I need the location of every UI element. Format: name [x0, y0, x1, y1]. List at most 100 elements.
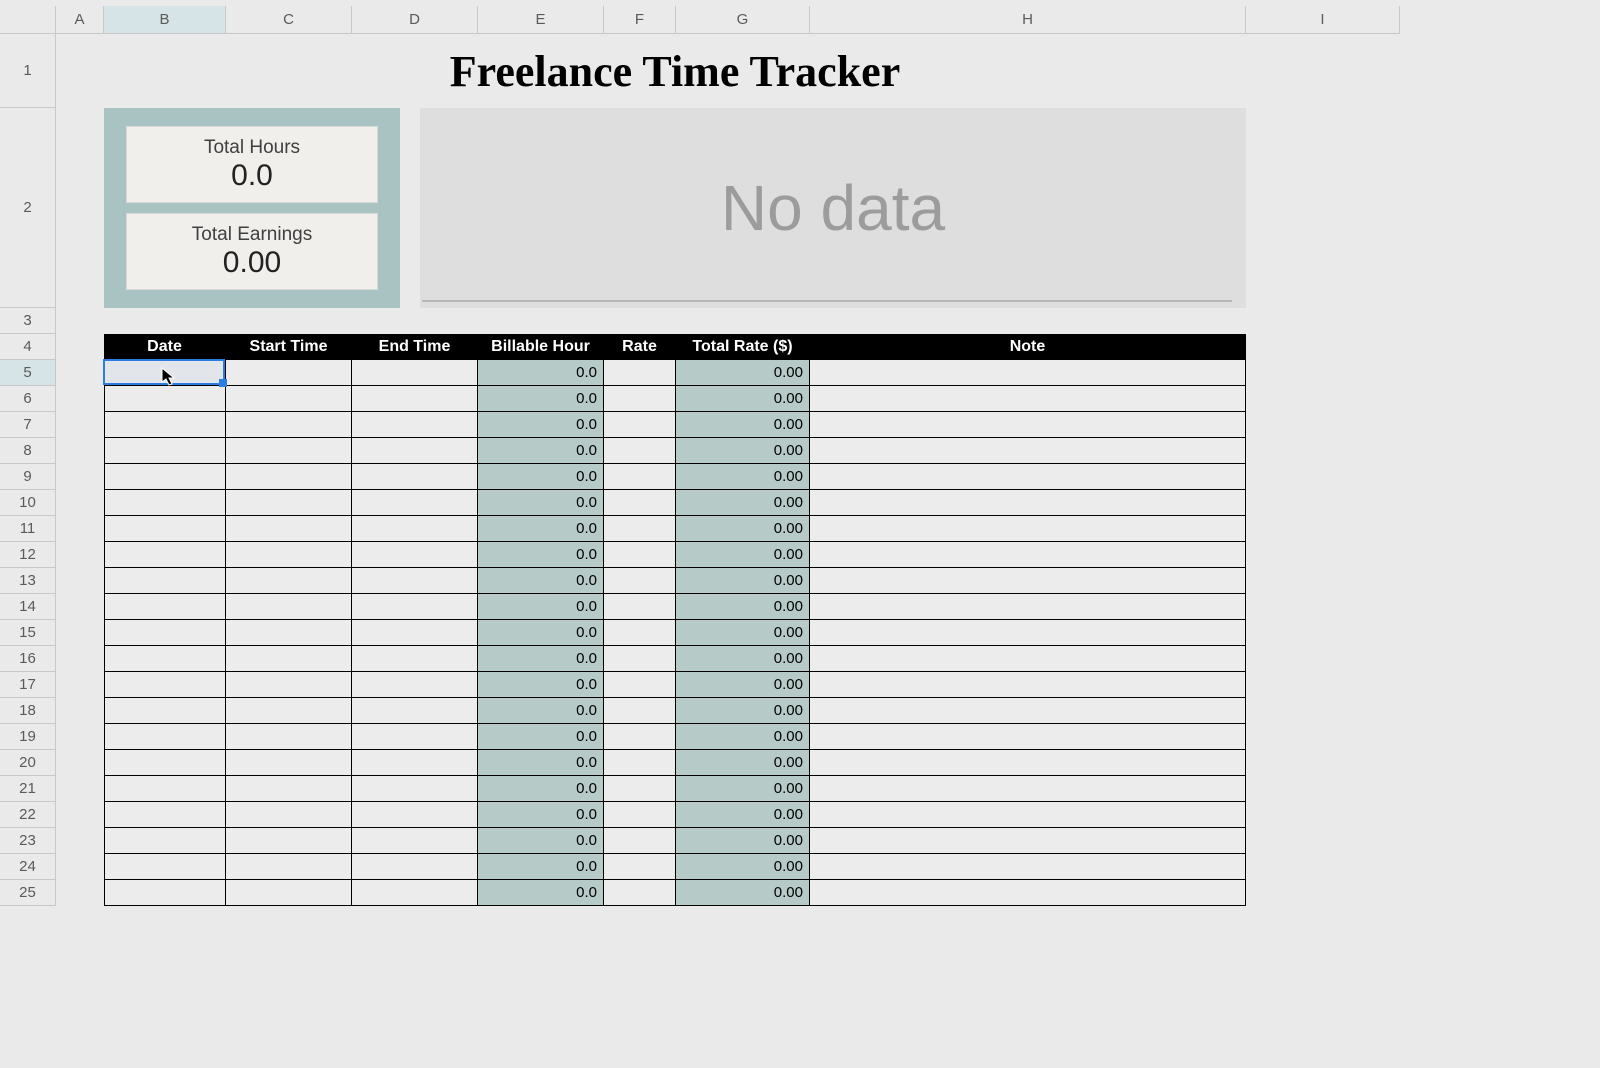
cell-billable[interactable]: 0.0 — [478, 828, 604, 854]
cell-billable[interactable]: 0.0 — [478, 464, 604, 490]
cell-billable[interactable]: 0.0 — [478, 438, 604, 464]
cell-end[interactable] — [352, 516, 478, 542]
cell-end[interactable] — [352, 594, 478, 620]
cell-billable[interactable]: 0.0 — [478, 594, 604, 620]
cell-start[interactable] — [226, 542, 352, 568]
cell-start[interactable] — [226, 854, 352, 880]
cell-date[interactable] — [104, 776, 226, 802]
cell-note[interactable] — [810, 542, 1246, 568]
col-header-I[interactable]: I — [1246, 6, 1400, 34]
cell-rate[interactable] — [604, 802, 676, 828]
cell-note[interactable] — [810, 750, 1246, 776]
cell-billable[interactable]: 0.0 — [478, 542, 604, 568]
cell-note[interactable] — [810, 438, 1246, 464]
cell-end[interactable] — [352, 698, 478, 724]
th-billable-hour[interactable]: Billable Hour — [478, 334, 604, 360]
cell-rate[interactable] — [604, 672, 676, 698]
cell-rate[interactable] — [604, 698, 676, 724]
row-header-6[interactable]: 6 — [0, 386, 56, 412]
cell-rate[interactable] — [604, 386, 676, 412]
cell-total[interactable]: 0.00 — [676, 360, 810, 386]
cell-date[interactable] — [104, 412, 226, 438]
cell-end[interactable] — [352, 854, 478, 880]
cell-end[interactable] — [352, 750, 478, 776]
cell-end[interactable] — [352, 646, 478, 672]
cell-note[interactable] — [810, 620, 1246, 646]
row-header-25[interactable]: 25 — [0, 880, 56, 906]
row-header-24[interactable]: 24 — [0, 854, 56, 880]
cell-start[interactable] — [226, 698, 352, 724]
cell-start[interactable] — [226, 750, 352, 776]
col-header-E[interactable]: E — [478, 6, 604, 34]
cell-start[interactable] — [226, 620, 352, 646]
cell-rate[interactable] — [604, 464, 676, 490]
cell-billable[interactable]: 0.0 — [478, 386, 604, 412]
cell-start[interactable] — [226, 386, 352, 412]
cell-total[interactable]: 0.00 — [676, 750, 810, 776]
cell-total[interactable]: 0.00 — [676, 698, 810, 724]
row-header-7[interactable]: 7 — [0, 412, 56, 438]
th-date[interactable]: Date — [104, 334, 226, 360]
cell-total[interactable]: 0.00 — [676, 490, 810, 516]
cell-total[interactable]: 0.00 — [676, 724, 810, 750]
row-header-5[interactable]: 5 — [0, 360, 56, 386]
cell-note[interactable] — [810, 854, 1246, 880]
cell-start[interactable] — [226, 568, 352, 594]
cell-date[interactable] — [104, 646, 226, 672]
cell-rate[interactable] — [604, 412, 676, 438]
row-header-22[interactable]: 22 — [0, 802, 56, 828]
cell-start[interactable] — [226, 880, 352, 906]
cell-date[interactable] — [104, 516, 226, 542]
cell-billable[interactable]: 0.0 — [478, 490, 604, 516]
cell-rate[interactable] — [604, 620, 676, 646]
cell-billable[interactable]: 0.0 — [478, 412, 604, 438]
col-header-F[interactable]: F — [604, 6, 676, 34]
cell-note[interactable] — [810, 360, 1246, 386]
cell-billable[interactable]: 0.0 — [478, 724, 604, 750]
cell-start[interactable] — [226, 672, 352, 698]
cell-rate[interactable] — [604, 568, 676, 594]
cell-start[interactable] — [226, 646, 352, 672]
cell-total[interactable]: 0.00 — [676, 646, 810, 672]
cell-note[interactable] — [810, 516, 1246, 542]
cell-date[interactable] — [104, 750, 226, 776]
cell-note[interactable] — [810, 594, 1246, 620]
cell-rate[interactable] — [604, 438, 676, 464]
cell-end[interactable] — [352, 880, 478, 906]
cell-note[interactable] — [810, 646, 1246, 672]
cell-billable[interactable]: 0.0 — [478, 880, 604, 906]
cell-rate[interactable] — [604, 594, 676, 620]
th-note[interactable]: Note — [810, 334, 1246, 360]
cell-date[interactable] — [104, 828, 226, 854]
cell-date[interactable] — [104, 724, 226, 750]
cell-start[interactable] — [226, 412, 352, 438]
cell-date[interactable] — [104, 464, 226, 490]
col-header-G[interactable]: G — [676, 6, 810, 34]
cell-date[interactable] — [104, 490, 226, 516]
cell-start[interactable] — [226, 464, 352, 490]
row-header-18[interactable]: 18 — [0, 698, 56, 724]
row-header-17[interactable]: 17 — [0, 672, 56, 698]
cell-start[interactable] — [226, 724, 352, 750]
cell-end[interactable] — [352, 412, 478, 438]
cell-rate[interactable] — [604, 724, 676, 750]
cell-start[interactable] — [226, 490, 352, 516]
cell-total[interactable]: 0.00 — [676, 594, 810, 620]
cell-date[interactable] — [104, 672, 226, 698]
cell-billable[interactable]: 0.0 — [478, 698, 604, 724]
cell-date[interactable] — [104, 880, 226, 906]
cell-total[interactable]: 0.00 — [676, 542, 810, 568]
row-header-13[interactable]: 13 — [0, 568, 56, 594]
cell-note[interactable] — [810, 672, 1246, 698]
row-header-15[interactable]: 15 — [0, 620, 56, 646]
row-header-4[interactable]: 4 — [0, 334, 56, 360]
select-all-corner[interactable] — [0, 6, 56, 34]
cell-end[interactable] — [352, 724, 478, 750]
cell-total[interactable]: 0.00 — [676, 854, 810, 880]
cell-total[interactable]: 0.00 — [676, 386, 810, 412]
cell-total[interactable]: 0.00 — [676, 412, 810, 438]
cell-billable[interactable]: 0.0 — [478, 672, 604, 698]
cell-date[interactable] — [104, 854, 226, 880]
cell-end[interactable] — [352, 672, 478, 698]
row-header-9[interactable]: 9 — [0, 464, 56, 490]
